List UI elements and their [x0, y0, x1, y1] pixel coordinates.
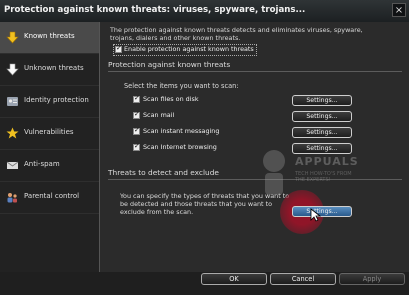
sidebar-item-parental-control[interactable]: Parental control — [0, 182, 100, 214]
sidebar-item-anti-spam[interactable]: Anti-spam — [0, 150, 100, 182]
star-icon — [6, 127, 19, 139]
section-title-protection: Protection against known threats — [108, 60, 231, 69]
scan-mail-label: Scan mail — [143, 111, 175, 119]
footer: OK Cancel Apply — [0, 272, 409, 295]
scan-files-label: Scan files on disk — [143, 95, 199, 103]
scan-mail-checkbox[interactable] — [133, 110, 140, 119]
close-icon: × — [394, 5, 404, 16]
sidebar-item-label: Unknown threats — [24, 64, 84, 72]
apply-button[interactable]: Apply — [339, 273, 405, 285]
scan-mail-settings-button[interactable]: Settings... — [292, 111, 352, 122]
sidebar-item-label: Known threats — [24, 32, 75, 40]
sidebar-item-identity-protection[interactable]: Identity protection — [0, 86, 100, 118]
sidebar-item-label: Anti-spam — [24, 160, 60, 168]
main-panel: The protection against known threats det… — [100, 22, 409, 272]
select-items-label: Select the items you want to scan: — [124, 82, 239, 90]
scan-im-label: Scan instant messaging — [143, 127, 220, 135]
scan-im-checkbox[interactable] — [133, 126, 140, 135]
exclude-settings-button[interactable]: Settings... — [292, 206, 352, 217]
enable-protection-checkbox[interactable] — [115, 44, 122, 53]
section-title-threats: Threats to detect and exclude — [108, 168, 219, 177]
window-title: Protection against known threats: viruse… — [4, 5, 306, 15]
ok-button[interactable]: OK — [201, 273, 267, 285]
scan-browsing-checkbox[interactable] — [133, 142, 140, 151]
people-icon — [7, 193, 17, 203]
title-bar: Protection against known threats: viruse… — [0, 0, 409, 23]
envelope-icon — [6, 161, 19, 169]
sidebar-item-unknown-threats[interactable]: Unknown threats — [0, 54, 100, 86]
mouse-cursor-icon — [310, 208, 322, 222]
sidebar-item-label: Parental control — [24, 192, 80, 200]
watermark-subtitle: TECH HOW-TO'S FROM THE EXPERTS! — [295, 171, 352, 183]
scan-files-checkbox[interactable] — [133, 94, 140, 103]
sidebar-item-known-threats[interactable]: Known threats — [0, 22, 100, 54]
close-button[interactable]: × — [392, 3, 406, 17]
sidebar-item-label: Vulnerabilities — [24, 128, 74, 136]
enable-protection-label: Enable protection against known threats — [124, 45, 254, 53]
cancel-button[interactable]: Cancel — [270, 273, 336, 285]
scan-im-settings-button[interactable]: Settings... — [292, 127, 352, 138]
sidebar-item-vulnerabilities[interactable]: Vulnerabilities — [0, 118, 100, 150]
scan-files-settings-button[interactable]: Settings... — [292, 95, 352, 106]
sidebar: Known threats Unknown threats Identity p… — [0, 22, 100, 295]
id-card-icon — [7, 97, 18, 106]
scan-browsing-label: Scan Internet browsing — [143, 143, 217, 151]
arrow-down-icon — [6, 63, 19, 76]
description-text: The protection against known threats det… — [110, 26, 363, 42]
sidebar-item-label: Identity protection — [24, 96, 89, 104]
section-divider — [108, 71, 402, 72]
arrow-down-icon — [6, 31, 19, 44]
watermark-title: APPUALS — [295, 155, 359, 168]
